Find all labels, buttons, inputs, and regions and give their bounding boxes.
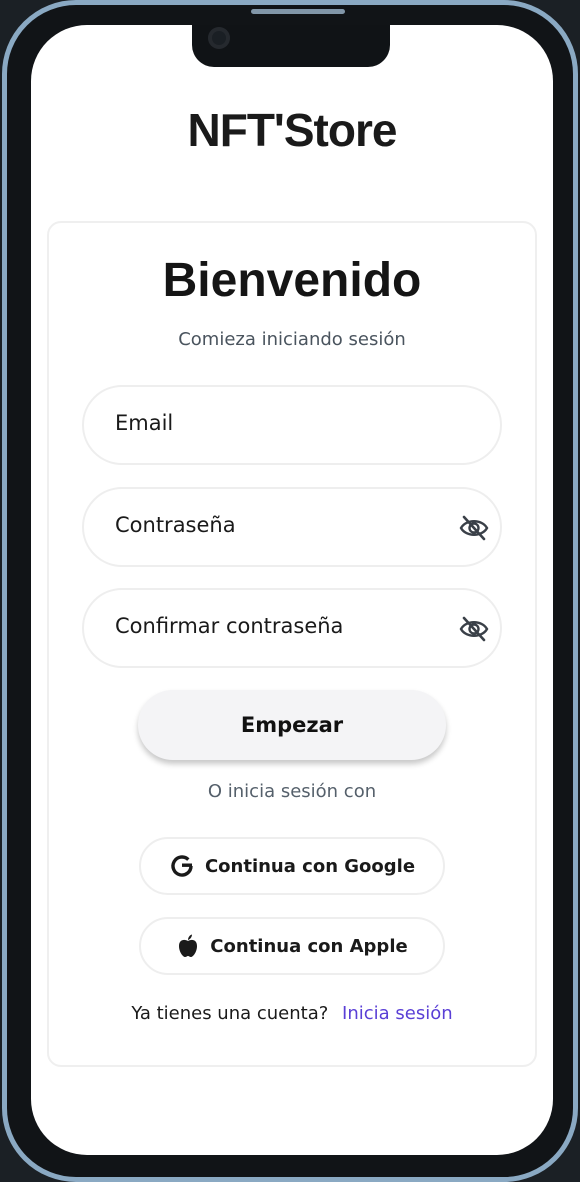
password-field[interactable]: Contraseña <box>82 487 502 567</box>
start-button[interactable]: Empezar <box>138 690 446 760</box>
eye-off-icon[interactable] <box>459 616 489 642</box>
email-field[interactable]: Email <box>82 385 502 465</box>
confirm-password-placeholder: Confirmar contraseña <box>115 614 344 638</box>
social-divider-text: O inicia sesión con <box>207 781 377 802</box>
google-icon <box>171 855 193 877</box>
signup-card: Bienvenido Comieza iniciando sesión Emai… <box>47 221 537 1067</box>
notch <box>192 25 390 67</box>
eye-off-icon[interactable] <box>459 515 489 541</box>
frame-top-line <box>251 9 345 14</box>
app-title: NFT'Store <box>187 104 398 156</box>
login-prompt: Ya tienes una cuenta? Inicia sesión <box>49 1003 535 1024</box>
login-link[interactable]: Inicia sesión <box>342 1003 453 1024</box>
camera-icon <box>208 27 230 49</box>
email-placeholder: Email <box>115 411 174 435</box>
phone-screen: NFT'Store Bienvenido Comieza iniciando s… <box>31 25 553 1155</box>
welcome-subtitle: Comieza iniciando sesión <box>178 329 406 350</box>
apple-login-button[interactable]: Continua con Apple <box>139 917 445 975</box>
password-placeholder: Contraseña <box>115 513 236 537</box>
apple-icon <box>179 934 198 957</box>
welcome-heading: Bienvenido <box>162 254 422 307</box>
google-login-label: Continua con Google <box>204 855 416 877</box>
apple-login-label: Continua con Apple <box>210 935 408 957</box>
google-login-button[interactable]: Continua con Google <box>139 837 445 895</box>
login-prompt-text: Ya tienes una cuenta? <box>131 1003 329 1024</box>
confirm-password-field[interactable]: Confirmar contraseña <box>82 588 502 668</box>
